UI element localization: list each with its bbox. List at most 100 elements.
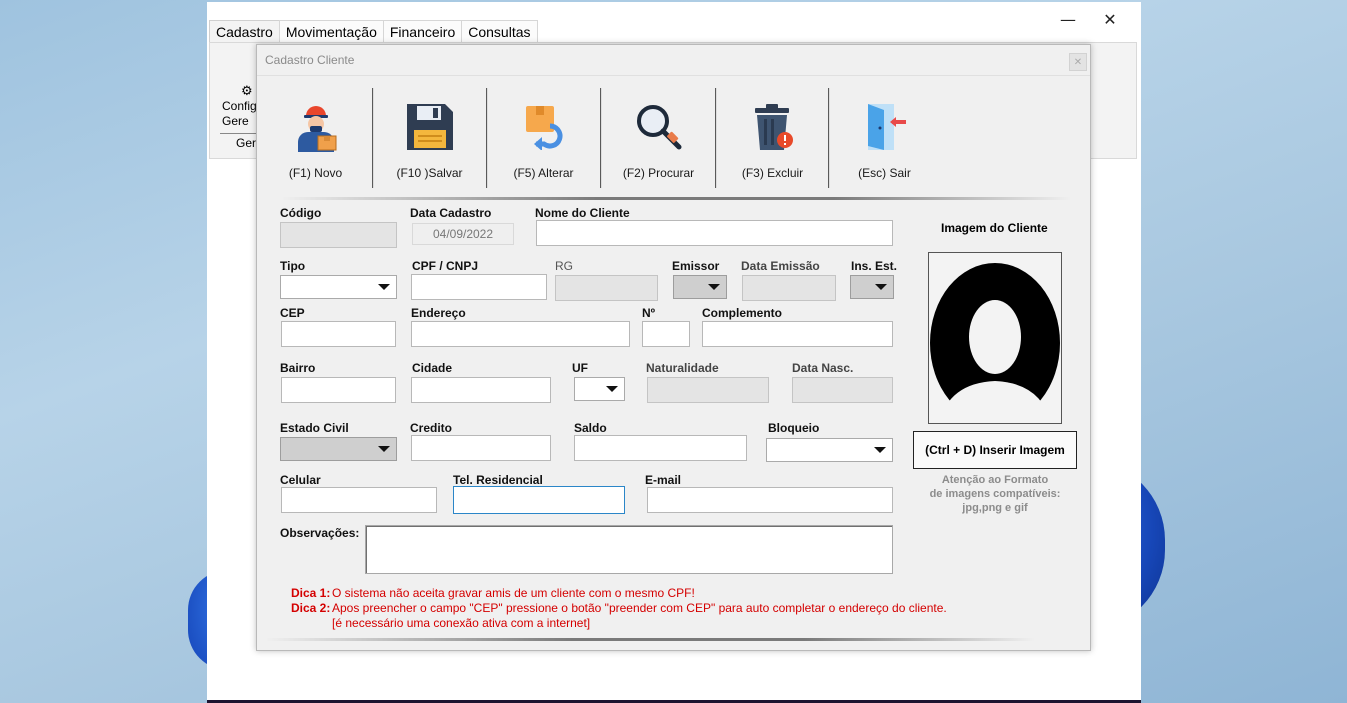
tips: Dica 1: O sistema não aceita gravar amis…	[291, 586, 947, 631]
data-nasc-label: Data Nasc.	[792, 361, 854, 375]
novo-button[interactable]: (F1) Novo	[259, 84, 372, 188]
chevron-down-icon	[708, 284, 720, 290]
email-field[interactable]	[647, 487, 893, 513]
naturalidade-field	[647, 377, 769, 403]
cpf-cnpj-field[interactable]	[411, 274, 547, 300]
gear-icon[interactable]: ⚙	[241, 83, 253, 99]
tip-2-cont: [é necessário uma conexão ativa com a in…	[291, 616, 947, 631]
dialog-body: (F1) Novo (F10 )Salvar (F5) Alterar (F2)…	[257, 75, 1090, 650]
cep-label: CEP	[280, 306, 305, 320]
numero-field[interactable]	[642, 321, 690, 347]
avatar-placeholder-icon	[930, 263, 1060, 423]
saldo-field[interactable]	[574, 435, 747, 461]
tel-residencial-field[interactable]	[453, 486, 625, 514]
celular-label: Celular	[280, 473, 321, 487]
data-emissao-label: Data Emissão	[741, 259, 820, 273]
inserir-imagem-button[interactable]: (Ctrl + D) Inserir Imagem	[913, 431, 1077, 469]
ins-est-select[interactable]	[850, 275, 894, 299]
rg-field	[555, 275, 658, 301]
tab-cadastro[interactable]: Cadastro	[209, 20, 280, 42]
minimize-button[interactable]: —	[1047, 8, 1089, 30]
note-line: de imagens compatíveis:	[929, 488, 1061, 500]
numero-label: Nº	[642, 306, 656, 320]
image-format-note: Atenção ao Formato de imagens compatívei…	[913, 473, 1077, 515]
salvar-button[interactable]: (F10 )Salvar	[373, 84, 486, 188]
window-controls: — ✕	[1047, 8, 1131, 30]
complemento-label: Complemento	[702, 306, 783, 320]
bairro-label: Bairro	[280, 361, 316, 375]
bloqueio-label: Bloqueio	[768, 421, 820, 435]
data-cadastro-field: 04/09/2022	[412, 223, 514, 245]
chevron-down-icon	[875, 284, 887, 290]
menu-tabs: Cadastro Movimentação Financeiro Consult…	[209, 20, 538, 42]
sair-button[interactable]: (Esc) Sair	[828, 84, 941, 188]
close-button[interactable]: ✕	[1089, 8, 1131, 30]
estado-civil-select[interactable]	[280, 437, 397, 461]
bloqueio-select[interactable]	[766, 438, 893, 462]
dialog-title: Cadastro Cliente	[265, 53, 355, 67]
sair-label: (Esc) Sair	[858, 166, 911, 180]
excluir-label: (F3) Excluir	[741, 166, 804, 180]
celular-field[interactable]	[281, 487, 437, 513]
tipo-label: Tipo	[280, 259, 306, 273]
toolbar-divider-line	[281, 197, 1071, 200]
note-line: jpg,png e gif	[962, 502, 1028, 514]
footer-divider-line	[265, 638, 1035, 641]
salvar-label: (F10 )Salvar	[396, 166, 463, 180]
chevron-down-icon	[874, 447, 886, 453]
cidade-label: Cidade	[412, 361, 453, 375]
tip-2-continuation: [é necessário uma conexão ativa com a in…	[332, 616, 591, 630]
chevron-down-icon	[606, 386, 618, 392]
cliente-photo	[928, 252, 1062, 424]
nome-cliente-field[interactable]	[536, 220, 893, 246]
box-edit-icon	[520, 102, 568, 153]
tab-movimentacao[interactable]: Movimentação	[278, 20, 384, 42]
note-line: Atenção ao Formato	[941, 474, 1049, 486]
complemento-field[interactable]	[702, 321, 893, 347]
saldo-label: Saldo	[574, 421, 607, 435]
exit-door-icon	[862, 102, 908, 155]
trash-icon	[749, 102, 797, 155]
dialog-close-button[interactable]: ✕	[1069, 53, 1087, 71]
tip-2-text: Apos preencher o campo "CEP" pressione o…	[332, 601, 947, 615]
rg-label: RG	[555, 259, 573, 273]
toolbar: (F1) Novo (F10 )Salvar (F5) Alterar (F2)…	[257, 84, 1090, 200]
novo-label: (F1) Novo	[288, 166, 343, 180]
tab-financeiro[interactable]: Financeiro	[382, 20, 463, 42]
procurar-button[interactable]: (F2) Procurar	[602, 84, 715, 188]
estado-civil-label: Estado Civil	[280, 421, 349, 435]
tab-consultas[interactable]: Consultas	[461, 20, 538, 42]
email-label: E-mail	[645, 473, 682, 487]
bairro-field[interactable]	[281, 377, 396, 403]
emissor-select[interactable]	[673, 275, 727, 299]
imagem-cliente-title: Imagem do Cliente	[941, 221, 1048, 235]
observacoes-label: Observações:	[280, 526, 360, 540]
floppy-save-icon	[405, 102, 455, 155]
magnifier-icon	[634, 102, 684, 155]
tip-1-text: O sistema não aceita gravar amis de um c…	[332, 586, 695, 600]
chevron-down-icon	[378, 284, 390, 290]
emissor-label: Emissor	[672, 259, 720, 273]
tip-1-key: Dica 1:	[291, 586, 331, 600]
codigo-label: Código	[280, 206, 322, 220]
chevron-down-icon	[378, 446, 390, 452]
endereco-field[interactable]	[411, 321, 630, 347]
naturalidade-label: Naturalidade	[646, 361, 719, 375]
alterar-button[interactable]: (F5) Alterar	[487, 84, 600, 188]
cadastro-cliente-dialog: Cadastro Cliente ✕ (F1) Novo (F10)Salva…	[256, 44, 1091, 651]
uf-label: UF	[572, 361, 588, 375]
uf-select[interactable]	[574, 377, 625, 401]
alterar-label: (F5) Alterar	[513, 166, 574, 180]
cidade-field[interactable]	[411, 377, 551, 403]
tip-2: Dica 2: Apos preencher o campo "CEP" pre…	[291, 601, 947, 616]
tel-residencial-label: Tel. Residencial	[453, 473, 543, 487]
endereco-label: Endereço	[411, 306, 466, 320]
observacoes-textarea[interactable]	[365, 525, 893, 574]
ins-est-label: Ins. Est.	[851, 259, 898, 273]
user-worker-icon	[292, 102, 340, 157]
credito-field[interactable]	[411, 435, 551, 461]
codigo-field[interactable]	[280, 222, 397, 248]
excluir-button[interactable]: (F3) Excluir	[716, 84, 829, 188]
tipo-select[interactable]	[280, 275, 397, 299]
cep-field[interactable]	[281, 321, 396, 347]
